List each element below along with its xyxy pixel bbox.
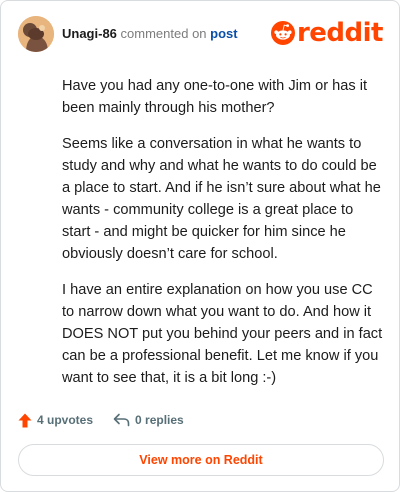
reply-arrow-icon xyxy=(113,413,130,427)
upvote-arrow-icon xyxy=(18,413,32,427)
replies-stat[interactable]: 0 replies xyxy=(113,413,184,427)
comment-paragraph: Have you had any one-to-one with Jim or … xyxy=(62,78,368,116)
reddit-logo[interactable]: reddit xyxy=(270,18,384,48)
snoo-avatar-icon xyxy=(18,16,54,52)
reddit-wordmark: reddit xyxy=(296,18,384,48)
comment-meta: Unagi-86 commented on post xyxy=(62,26,238,42)
view-more-button[interactable]: View more on Reddit xyxy=(18,444,384,476)
replies-count: 0 replies xyxy=(135,413,184,427)
username-link[interactable]: Unagi-86 xyxy=(62,26,117,41)
reddit-snoo-icon xyxy=(270,21,295,45)
upvotes-count: 4 upvotes xyxy=(37,413,94,427)
comment-header: Unagi-86 commented on post reddit xyxy=(18,16,384,52)
comment-stats: 4 upvotes 0 replies xyxy=(18,410,204,430)
upvotes-stat[interactable]: 4 upvotes xyxy=(18,413,93,428)
user-avatar[interactable] xyxy=(18,16,54,52)
comment-embed-card: Unagi-86 commented on post reddit Have y… xyxy=(0,0,400,492)
post-link[interactable]: post xyxy=(210,26,237,41)
commented-on-text: commented on xyxy=(120,26,207,41)
comment-paragraph: Seems like a conversation in what he wan… xyxy=(62,136,381,262)
comment-body: Have you had any one-to-one with Jim or … xyxy=(62,75,384,403)
comment-paragraph: I have an entire explanation on how you … xyxy=(62,282,383,386)
